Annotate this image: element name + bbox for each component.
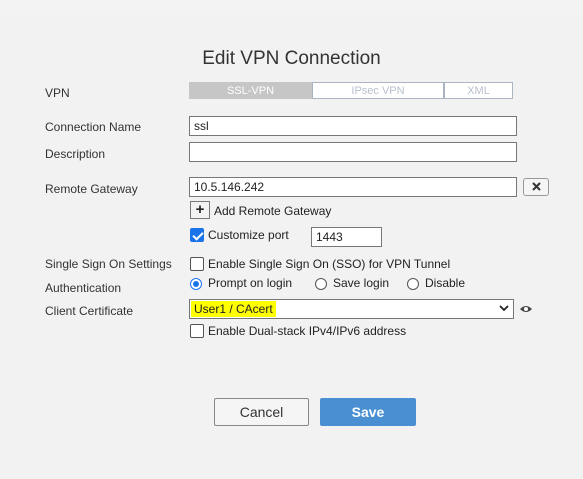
connection-name-input[interactable]: ssl [189, 116, 517, 136]
save-button[interactable]: Save [320, 398, 416, 426]
remove-gateway-button[interactable] [523, 178, 549, 196]
sso-settings-label: Single Sign On Settings [45, 257, 172, 271]
dialog-title: Edit VPN Connection [202, 48, 381, 69]
auth-save-label: Save login [333, 276, 390, 290]
add-remote-gateway-label: Add Remote Gateway [214, 204, 332, 218]
port-input[interactable]: 1443 [311, 227, 382, 247]
connection-name-label: Connection Name [45, 120, 142, 134]
tab-xml[interactable]: XML [444, 82, 513, 99]
dual-stack-label: Enable Dual-stack IPv4/IPv6 address [208, 324, 407, 338]
customize-port-label: Customize port [208, 228, 289, 242]
auth-prompt-radio[interactable] [190, 278, 202, 290]
client-certificate-label: Client Certificate [45, 304, 134, 318]
description-input[interactable] [189, 142, 517, 162]
dual-stack-checkbox[interactable] [190, 324, 204, 338]
vpn-label: VPN [45, 86, 70, 100]
sso-checkbox[interactable] [190, 257, 204, 271]
cancel-button[interactable]: Cancel [214, 398, 309, 426]
client-certificate-select[interactable]: User1 / CAcert [189, 299, 514, 319]
eye-icon[interactable] [519, 304, 533, 314]
remote-gateway-label: Remote Gateway [45, 182, 138, 196]
auth-disable-radio[interactable] [407, 278, 419, 290]
auth-disable-label: Disable [425, 276, 466, 290]
auth-prompt-label: Prompt on login [208, 276, 293, 290]
close-icon [531, 182, 541, 191]
add-remote-gateway-button[interactable]: + [190, 201, 210, 219]
sso-label: Enable Single Sign On (SSO) for VPN Tunn… [208, 257, 451, 271]
remote-gateway-input[interactable]: 10.5.146.242 [189, 177, 517, 197]
tab-ssl-vpn[interactable]: SSL-VPN [189, 82, 312, 99]
customize-port-checkbox[interactable] [190, 228, 204, 242]
plus-icon: + [195, 201, 205, 218]
chevron-down-icon [499, 305, 509, 312]
auth-save-radio[interactable] [315, 278, 327, 290]
description-label: Description [45, 147, 106, 161]
client-certificate-value: User1 / CAcert [191, 301, 276, 317]
tab-ipsec-vpn[interactable]: IPsec VPN [312, 82, 444, 99]
authentication-label: Authentication [45, 281, 122, 295]
